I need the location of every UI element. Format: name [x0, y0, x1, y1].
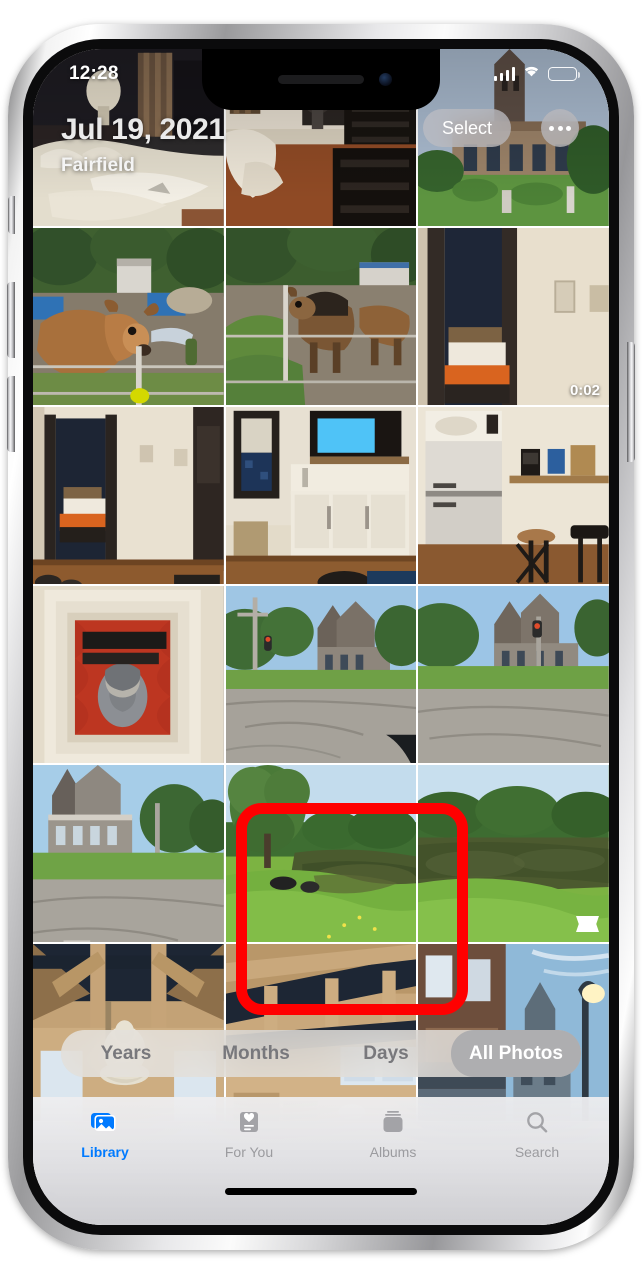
- photo-art: [418, 586, 609, 763]
- tab-library[interactable]: Library: [33, 1110, 177, 1160]
- status-bar-icons: [493, 64, 581, 83]
- photo-thumbnail[interactable]: [418, 407, 609, 584]
- cellular-signal-icon: [493, 66, 515, 81]
- photo-art: [225, 228, 417, 405]
- photo-thumbnail[interactable]: [225, 765, 417, 942]
- tab-for-you-label: For You: [224, 1144, 274, 1160]
- panorama-badge: [576, 916, 599, 932]
- select-button[interactable]: Select: [422, 109, 511, 147]
- iphone-device-frame: 0:02 Jul 19, 2021 Fairfield Select 12:28…: [7, 24, 635, 1250]
- photo-thumbnail[interactable]: [33, 765, 224, 942]
- photo-thumbnail[interactable]: [225, 228, 417, 405]
- front-camera-icon: [379, 73, 392, 86]
- tab-albums[interactable]: Albums: [321, 1110, 465, 1160]
- photo-art: [33, 586, 224, 763]
- mute-switch[interactable]: [8, 196, 15, 234]
- tab-for-you[interactable]: For You: [177, 1110, 321, 1160]
- speaker-grille: [278, 75, 364, 84]
- photo-stack-icon: [90, 1110, 120, 1138]
- more-options-button[interactable]: [541, 109, 579, 147]
- search-icon: [522, 1110, 552, 1138]
- battery-icon: [548, 66, 581, 81]
- photo-thumbnail[interactable]: [33, 407, 224, 584]
- volume-down-button[interactable]: [7, 376, 15, 452]
- page-title: Jul 19, 2021: [61, 113, 225, 146]
- segment-all-photos[interactable]: All Photos: [451, 1030, 581, 1077]
- photo-art: [33, 765, 224, 942]
- photo-thumbnail[interactable]: [418, 765, 609, 942]
- photo-thumbnail[interactable]: [33, 228, 224, 405]
- photo-thumbnail[interactable]: [418, 586, 609, 763]
- photo-thumbnail[interactable]: 0:02: [418, 228, 609, 405]
- power-button[interactable]: [627, 342, 635, 462]
- location-label: Fairfield: [61, 155, 135, 176]
- tab-search-label: Search: [514, 1144, 560, 1160]
- device-bezel: 0:02 Jul 19, 2021 Fairfield Select 12:28…: [23, 39, 619, 1235]
- status-bar-time: 12:28: [69, 63, 119, 84]
- select-button-label: Select: [441, 117, 492, 138]
- heart-card-icon: [234, 1110, 264, 1138]
- photo-art: [33, 407, 224, 584]
- segment-days[interactable]: Days: [321, 1030, 451, 1077]
- ellipsis-icon: [549, 125, 571, 131]
- segment-years[interactable]: Years: [61, 1030, 191, 1077]
- tab-search[interactable]: Search: [465, 1110, 609, 1160]
- photo-art: [418, 407, 609, 584]
- photo-thumbnail[interactable]: [33, 586, 224, 763]
- photos-app: 0:02 Jul 19, 2021 Fairfield Select 12:28…: [33, 49, 609, 1225]
- video-duration-badge: 0:02: [569, 382, 600, 399]
- tab-albums-label: Albums: [369, 1144, 417, 1160]
- tab-bar[interactable]: Library For You Albums Search: [33, 1097, 609, 1225]
- photo-thumbnail[interactable]: [225, 586, 417, 763]
- photo-art: [225, 586, 417, 763]
- timeline-segmented-control[interactable]: Years Months Days All Photos: [61, 1030, 581, 1077]
- photo-thumbnail[interactable]: [225, 407, 417, 584]
- volume-up-button[interactable]: [7, 282, 15, 358]
- wifi-icon: [522, 64, 541, 83]
- photo-art: [418, 228, 609, 405]
- home-indicator[interactable]: [225, 1188, 417, 1195]
- photo-art: [33, 228, 224, 405]
- albums-icon: [378, 1110, 408, 1138]
- photo-art: [418, 765, 609, 942]
- device-screen: 0:02 Jul 19, 2021 Fairfield Select 12:28…: [33, 49, 609, 1225]
- tab-library-label: Library: [81, 1144, 129, 1160]
- photo-art: [225, 407, 417, 584]
- segment-months[interactable]: Months: [191, 1030, 321, 1077]
- photo-art: [225, 765, 417, 942]
